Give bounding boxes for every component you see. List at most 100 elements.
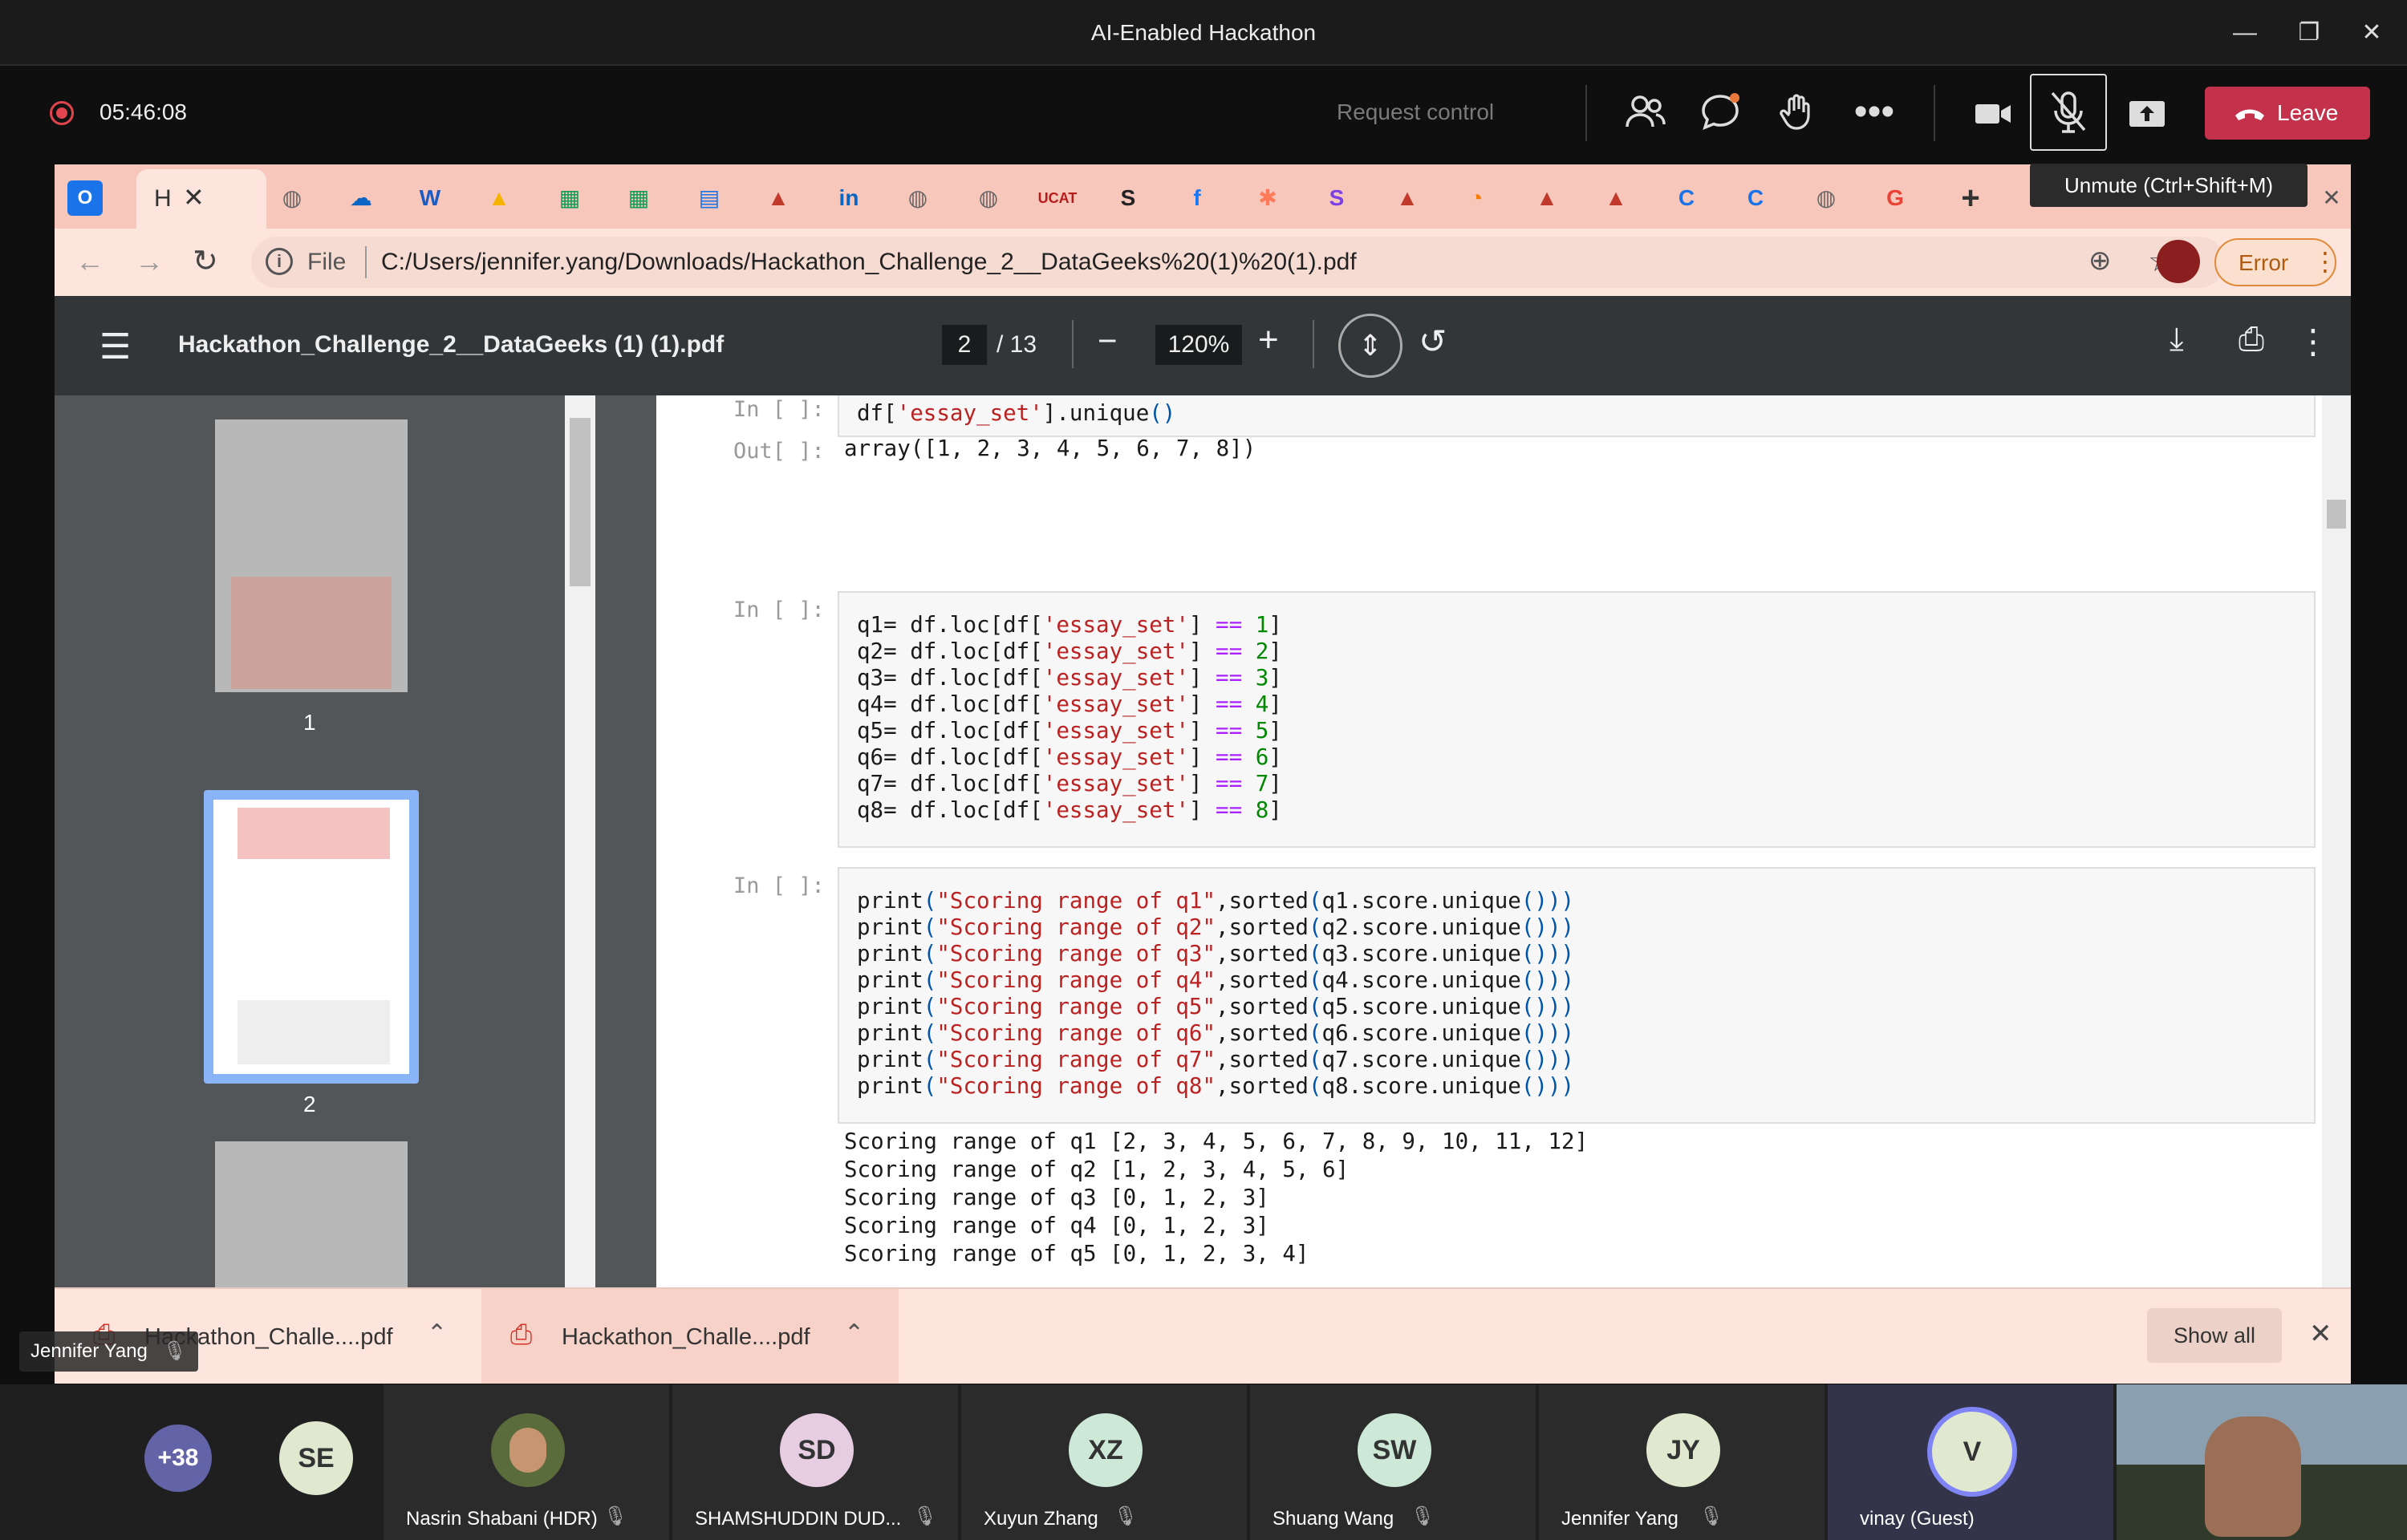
hamburger-menu-icon[interactable]: ☰ (99, 326, 131, 367)
zoom-icon[interactable]: ⊕ (2088, 245, 2112, 277)
error-button[interactable]: Error ⋮ (2214, 238, 2338, 286)
drive-tab-icon[interactable]: ▲ (475, 176, 523, 221)
scrollbar-thumb[interactable] (2327, 500, 2346, 529)
c-tab-icon[interactable]: C (1662, 176, 1711, 221)
spreadsheet-tab-icon[interactable]: ▤ (685, 176, 733, 221)
zoom-in-icon[interactable]: + (1258, 320, 1279, 360)
chat-icon[interactable] (1696, 90, 1744, 138)
google-tab-icon[interactable]: G (1871, 176, 1919, 221)
page-thumbnail-2-selected[interactable] (204, 790, 419, 1084)
page-thumbnail-1[interactable] (215, 419, 408, 692)
download-item-2[interactable]: ⎙ Hackathon_Challe....pdf ⌃ (481, 1289, 899, 1384)
web-tab-icon[interactable]: ◍ (268, 176, 316, 221)
code-cell-2: q1= df.loc[df['essay_set'] == 1] q2= df.… (838, 591, 2316, 848)
show-all-button[interactable]: Show all (2147, 1308, 2282, 1363)
download-icon[interactable]: ⤓ (2170, 322, 2184, 358)
sheets-tab-icon[interactable]: ▦ (546, 176, 594, 221)
pdf-file-icon: ⎙ (510, 1319, 533, 1350)
forward-icon[interactable]: → (135, 245, 164, 278)
participant-tile-2[interactable]: SD SHAMSHUDDIN DUD... 🎙 (672, 1384, 958, 1540)
code-cell-2-text: q1= df.loc[df['essay_set'] == 1] q2= df.… (857, 612, 1282, 823)
viewer-scrollbar[interactable] (2322, 395, 2351, 1287)
divider (1313, 320, 1314, 368)
reload-icon[interactable]: ↻ (193, 243, 218, 279)
outlook-tab-icon[interactable]: O (67, 180, 103, 216)
atlassian-tab-icon[interactable]: ▲ (1523, 176, 1571, 221)
participant-avatar: XZ (1069, 1413, 1143, 1487)
sheets-tab-icon[interactable]: ▦ (615, 176, 663, 221)
print-icon[interactable]: ⎙ (2239, 322, 2264, 358)
fit-page-icon[interactable]: ⇕ (1338, 314, 1402, 378)
downloads-bar: ⎙ Hackathon_Challe....pdf ⌃ ⎙ Hackathon_… (55, 1287, 2351, 1384)
minimize-icon[interactable]: — (2221, 11, 2269, 55)
web-tab-icon[interactable]: ◍ (894, 176, 942, 221)
address-prefix: File (307, 249, 347, 275)
share-screen-icon[interactable] (2123, 91, 2171, 136)
participant-tile-1[interactable]: Nasrin Shabani (HDR) 🎙 (384, 1384, 669, 1540)
camera-icon[interactable] (1969, 91, 2017, 136)
profile-avatar[interactable] (2157, 240, 2200, 283)
s-tab-icon[interactable]: S (1104, 176, 1152, 221)
hubspot-tab-icon[interactable]: ✱ (1244, 176, 1292, 221)
active-tab[interactable]: H ✕ (136, 169, 266, 229)
menu-dots-icon: ⋮ (2312, 247, 2338, 276)
clock-tab-icon[interactable]: ◔ (1452, 176, 1500, 221)
chevron-up-icon[interactable]: ⌃ (427, 1319, 447, 1348)
raise-hand-icon[interactable] (1773, 90, 1821, 138)
info-icon[interactable]: i (266, 248, 293, 275)
hangup-icon (2235, 109, 2264, 120)
close-window-icon[interactable]: ✕ (2348, 11, 2396, 55)
s-tab-icon[interactable]: S (1313, 176, 1361, 221)
url-text[interactable]: C:/Users/jennifer.yang/Downloads/Hackath… (381, 249, 1357, 276)
ucat-tab-icon[interactable]: UCAT (1033, 176, 1082, 221)
web-tab-icon[interactable]: ◍ (1802, 176, 1850, 221)
output-line: Scoring range of q1 [2, 3, 4, 5, 6, 7, 8… (844, 1129, 1589, 1154)
request-control-button[interactable]: Request control (1337, 99, 1494, 125)
thumbnail-label-2: 2 (303, 1092, 316, 1116)
new-tab-icon[interactable]: + (1946, 176, 1995, 221)
close-tab-icon[interactable]: ✕ (183, 182, 205, 213)
thumbnail-highlight (231, 577, 392, 689)
mic-off-icon: 🎙 (162, 1340, 188, 1362)
participant-tile-3[interactable]: XZ Xuyun Zhang 🎙 (961, 1384, 1247, 1540)
participant-name: SHAMSHUDDIN DUD... (695, 1508, 902, 1530)
page-number-input[interactable]: 2 (942, 325, 987, 365)
participant-tile-5[interactable]: JY Jennifer Yang 🎙 (1539, 1384, 1825, 1540)
c-tab-icon[interactable]: C (1731, 176, 1780, 221)
close-browser-icon[interactable]: ✕ (2308, 176, 2351, 221)
atlassian-tab-icon[interactable]: ▲ (754, 176, 802, 221)
code-cell-1: df['essay_set'].unique() (838, 395, 2316, 437)
participant-tile-4[interactable]: SW Shuang Wang 🎙 (1250, 1384, 1536, 1540)
more-icon[interactable]: ⋮ (2282, 322, 2330, 361)
people-icon[interactable] (1621, 90, 1669, 138)
leave-button[interactable]: Leave (2205, 87, 2370, 140)
rotate-icon[interactable]: ↺ (1419, 322, 1447, 361)
web-tab-icon[interactable]: ◍ (964, 176, 1013, 221)
zoom-level-input[interactable]: 120% (1155, 325, 1242, 365)
divider (365, 246, 367, 278)
back-icon[interactable]: ← (75, 245, 104, 278)
facebook-tab-icon[interactable]: f (1173, 176, 1221, 221)
mic-muted-button[interactable] (2030, 74, 2107, 151)
page-total: / 13 (996, 331, 1037, 358)
linkedin-tab-icon[interactable]: in (825, 176, 873, 221)
thumbnail-sidebar: 1 2 (55, 395, 600, 1287)
leave-label: Leave (2277, 100, 2339, 125)
atlassian-tab-icon[interactable]: ▲ (1592, 176, 1640, 221)
address-bar[interactable]: i File C:/Users/jennifer.yang/Downloads/… (251, 237, 2225, 288)
more-options-icon[interactable]: ••• (1850, 88, 1898, 136)
participant-tile-6[interactable]: V vinay (Guest) (1828, 1384, 2113, 1540)
overflow-participants[interactable]: +38 (144, 1424, 212, 1492)
zoom-out-icon[interactable]: − (1098, 322, 1118, 360)
scrollbar-thumb[interactable] (570, 418, 591, 586)
sidebar-scrollbar[interactable] (565, 395, 595, 1287)
chevron-up-icon[interactable]: ⌃ (844, 1319, 864, 1348)
page-thumbnail-3[interactable] (215, 1141, 408, 1287)
participant-name: Nasrin Shabani (HDR) (406, 1508, 598, 1530)
word-tab-icon[interactable]: W (406, 176, 454, 221)
onedrive-tab-icon[interactable]: ☁ (337, 176, 385, 221)
participant-video-tile[interactable] (2117, 1384, 2407, 1540)
restore-icon[interactable]: ❐ (2285, 11, 2333, 55)
atlassian-tab-icon[interactable]: ▲ (1383, 176, 1431, 221)
close-downloads-icon[interactable]: ✕ (2309, 1318, 2332, 1350)
